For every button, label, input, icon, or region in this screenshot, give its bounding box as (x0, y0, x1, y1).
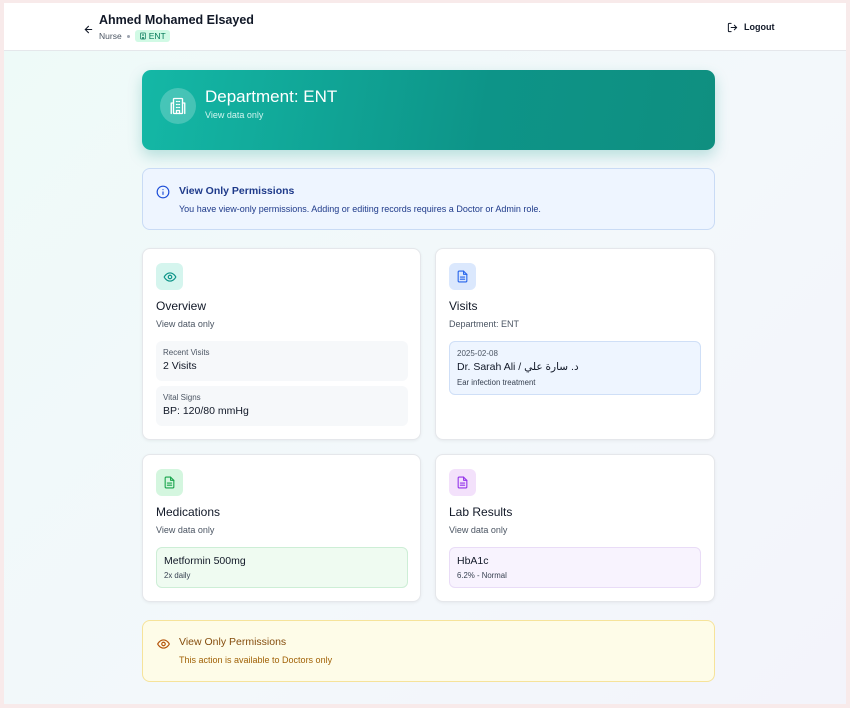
building-icon (139, 32, 147, 40)
user-name: Ahmed Mohamed Elsayed (99, 13, 254, 27)
lab-test-result: 6.2% - Normal (457, 571, 507, 580)
warning-text: This action is available to Doctors only (179, 655, 333, 665)
logout-icon (727, 22, 738, 33)
visits-card[interactable]: Visits Department: ENT 2025-02-08 Dr. Sa… (435, 248, 715, 440)
medications-card[interactable]: Medications View data only Metformin 500… (142, 454, 421, 602)
doctors-only-warning: View Only Permissions This action is ava… (142, 620, 715, 682)
visit-date: 2025-02-08 (457, 349, 498, 358)
stat-value: BP: 120/80 mmHg (163, 405, 249, 417)
department-badge-label: ENT (148, 31, 166, 41)
eye-icon (156, 263, 183, 290)
overview-subtitle: View data only (156, 319, 215, 329)
lab-results-subtitle: View data only (449, 525, 508, 535)
info-notice-title: View Only Permissions (179, 185, 295, 197)
logout-button[interactable]: Logout (727, 17, 775, 37)
recent-visits-stat: Recent Visits 2 Visits (156, 341, 408, 381)
visits-subtitle: Department: ENT (449, 319, 520, 329)
eye-icon (156, 637, 172, 651)
document-icon (449, 469, 476, 496)
medications-subtitle: View data only (156, 525, 215, 535)
overview-card[interactable]: Overview View data only Recent Visits 2 … (142, 248, 421, 440)
document-icon (156, 469, 183, 496)
visit-doctor: Dr. Sarah Ali / د. سارة علي (457, 361, 579, 373)
department-title: Department: ENT (205, 87, 338, 106)
lab-results-card[interactable]: Lab Results View data only HbA1c 6.2% - … (435, 454, 715, 602)
medication-dosage: 2x daily (164, 571, 191, 580)
department-badge: ENT (134, 30, 170, 42)
visits-title: Visits (449, 299, 478, 313)
department-banner: Department: ENT View data only (142, 70, 715, 150)
lab-test-name: HbA1c (457, 555, 489, 567)
warning-title: View Only Permissions (179, 636, 287, 648)
medication-item[interactable]: Metformin 500mg 2x daily (156, 547, 408, 588)
view-only-info-notice: View Only Permissions You have view-only… (142, 168, 715, 230)
separator-dot (126, 34, 130, 38)
visit-record[interactable]: 2025-02-08 Dr. Sarah Ali / د. سارة علي E… (449, 341, 701, 395)
stat-value: 2 Visits (163, 360, 197, 372)
info-icon (156, 185, 170, 199)
user-role: Nurse (99, 31, 122, 41)
stat-label: Vital Signs (163, 393, 201, 402)
user-meta: Nurse ENT (99, 30, 170, 42)
lab-results-title: Lab Results (449, 505, 513, 519)
arrow-left-icon (83, 24, 94, 35)
hospital-building-icon (160, 88, 196, 124)
info-notice-text: You have view-only permissions. Adding o… (179, 204, 541, 214)
logout-label: Logout (744, 22, 775, 32)
back-button[interactable] (78, 19, 98, 39)
stat-label: Recent Visits (163, 348, 210, 357)
visit-note: Ear infection treatment (457, 378, 536, 387)
vital-signs-stat: Vital Signs BP: 120/80 mmHg (156, 386, 408, 426)
medications-title: Medications (156, 505, 221, 519)
overview-title: Overview (156, 299, 207, 313)
top-header: Ahmed Mohamed Elsayed Nurse ENT Logout (4, 3, 850, 51)
medication-name: Metformin 500mg (164, 555, 246, 567)
department-subtitle: View data only (205, 110, 264, 120)
document-icon (449, 263, 476, 290)
lab-result-item[interactable]: HbA1c 6.2% - Normal (449, 547, 701, 588)
